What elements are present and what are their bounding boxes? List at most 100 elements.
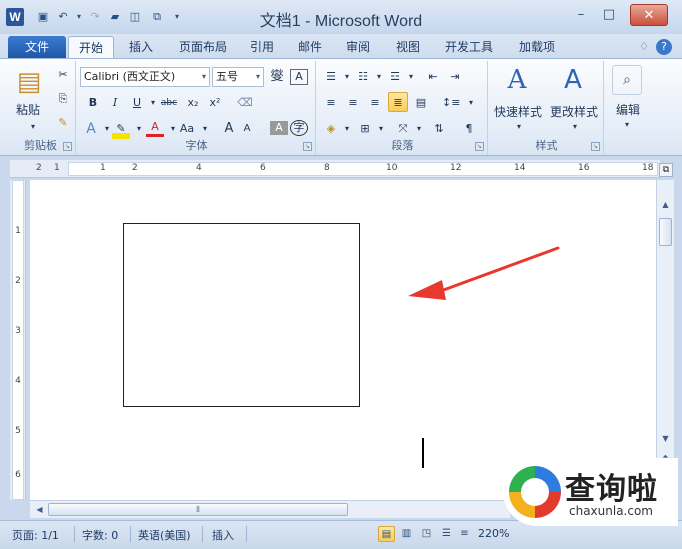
sort-icon[interactable]: ⇅ (430, 119, 448, 139)
show-marks-icon[interactable]: ¶ (460, 119, 478, 139)
maximize-button[interactable]: □ (596, 4, 622, 26)
ruler-tick: 3 (15, 326, 21, 336)
shading-dropdown-icon[interactable]: ▾ (338, 119, 356, 139)
vertical-scrollbar[interactable]: ▲ ▼ ⏶ ● (656, 180, 674, 500)
font-size-dropdown[interactable]: 五号 ▾ (212, 67, 264, 87)
change-case-dropdown-icon[interactable]: ▾ (196, 119, 214, 139)
line-spacing-icon[interactable]: ↕≡ (442, 93, 460, 113)
ruler-tick: 18 (642, 163, 654, 173)
distributed-icon[interactable]: ▤ (412, 93, 430, 113)
pinyin-guide-icon[interactable]: 燮 (268, 67, 286, 87)
ruler-text-area (68, 162, 658, 176)
word-count-status[interactable]: 字数: 0 (82, 527, 118, 543)
help-icon[interactable]: ? (656, 39, 672, 55)
tab-home[interactable]: 开始 (68, 36, 114, 58)
chinese-layout-dropdown-icon[interactable]: ▾ (410, 119, 428, 139)
status-divider (246, 526, 247, 542)
paste-icon[interactable]: ▤ (14, 65, 44, 99)
horizontal-ruler[interactable]: 2 1 1 2 4 6 8 10 12 14 16 18 (10, 160, 660, 178)
horizontal-scroll-thumb[interactable]: ⦀ (48, 503, 348, 516)
zoom-level[interactable]: 220% (478, 527, 509, 540)
tab-addins[interactable]: 加载项 (510, 36, 564, 58)
ribbon-collapse-icon[interactable]: ♢ (636, 39, 652, 55)
tab-insert[interactable]: 插入 (120, 36, 162, 58)
red-arrow-annotation (408, 246, 560, 300)
web-layout-icon[interactable]: ◳ (418, 526, 435, 542)
tab-review[interactable]: 审阅 (338, 36, 378, 58)
watermark-brand-text: 查询啦 (565, 472, 658, 507)
font-name-dropdown[interactable]: Calibri (西文正文) ▾ (80, 67, 210, 87)
grow-font-button[interactable]: A (220, 119, 238, 139)
strikethrough-button[interactable]: abc (160, 93, 178, 113)
change-styles-icon[interactable]: A (558, 65, 588, 95)
tab-references[interactable]: 引用 (242, 36, 282, 58)
paste-button-label[interactable]: 粘贴 (10, 101, 46, 118)
print-layout-view-icon[interactable]: ▤ (378, 526, 395, 542)
text-cursor (422, 438, 424, 468)
language-status[interactable]: 英语(美国) (138, 527, 191, 543)
tab-developer[interactable]: 开发工具 (436, 36, 502, 58)
minimize-button[interactable]: – (568, 4, 594, 26)
increase-indent-icon[interactable]: ⇥ (446, 67, 464, 87)
change-case-button[interactable]: Aa (178, 119, 196, 139)
justify-icon[interactable]: ≣ (388, 92, 408, 112)
status-divider (130, 526, 131, 542)
scroll-up-icon[interactable]: ▲ (658, 198, 673, 212)
paragraph-group: ☰ ▾ ☷ ▾ ☲ ▾ ⇤ ⇥ ≡ ≡ ≡ ≣ ▤ ↕≡ ▾ ◈ ▾ ⊞ ▾ ⤧… (318, 61, 488, 155)
outline-view-icon[interactable]: ☰ (438, 526, 455, 542)
borders-dropdown-icon[interactable]: ▾ (372, 119, 390, 139)
align-left-icon[interactable]: ≡ (322, 93, 340, 113)
draft-view-icon[interactable]: ≡ (456, 526, 473, 542)
binoculars-icon[interactable]: ⌕ (612, 65, 642, 95)
font-color-button[interactable]: A (146, 119, 164, 137)
view-ruler-icon[interactable]: ⧉ (659, 163, 673, 177)
close-button[interactable]: ✕ (630, 4, 668, 26)
full-screen-reading-icon[interactable]: ▥ (398, 526, 415, 542)
horizontal-scrollbar[interactable]: ◀ ⦀ (30, 500, 510, 518)
styles-launcher-icon[interactable]: ↘ (591, 142, 600, 151)
highlight-icon[interactable]: ✎ (112, 119, 130, 139)
char-shading-icon[interactable]: A (270, 121, 288, 135)
clear-formatting-icon[interactable]: ⌫ (236, 93, 254, 113)
rectangle-shape[interactable] (123, 223, 360, 407)
clipboard-launcher-icon[interactable]: ↘ (63, 142, 72, 151)
change-styles-dropdown-icon[interactable]: ▾ (566, 117, 584, 137)
tab-mailings[interactable]: 邮件 (290, 36, 330, 58)
scroll-down-icon[interactable]: ▼ (658, 432, 673, 446)
decrease-indent-icon[interactable]: ⇤ (424, 67, 442, 87)
align-right-icon[interactable]: ≡ (366, 93, 384, 113)
watermark-logo-icon (509, 466, 561, 518)
subscript-button[interactable]: x₂ (184, 93, 202, 113)
char-border-icon[interactable]: A (290, 69, 308, 85)
bold-button[interactable]: B (84, 93, 102, 113)
insert-mode-status[interactable]: 插入 (212, 527, 234, 543)
status-divider (202, 526, 203, 542)
page-count-status[interactable]: 页面: 1/1 (12, 527, 59, 543)
paragraph-launcher-icon[interactable]: ↘ (475, 142, 484, 151)
scroll-left-icon[interactable]: ◀ (32, 503, 47, 517)
line-spacing-dropdown-icon[interactable]: ▾ (462, 93, 480, 113)
format-painter-icon[interactable]: ✎ (54, 113, 72, 133)
document-page[interactable] (30, 180, 656, 500)
copy-icon[interactable]: ⎘ (54, 89, 72, 109)
multilevel-dropdown-icon[interactable]: ▾ (402, 67, 420, 87)
font-size-value: 五号 (216, 70, 238, 83)
font-launcher-icon[interactable]: ↘ (303, 142, 312, 151)
enclose-char-icon[interactable]: 字 (290, 120, 308, 136)
ruler-tick: 8 (324, 163, 330, 173)
vertical-ruler[interactable]: 1 2 3 4 5 6 (10, 180, 26, 500)
shrink-font-button[interactable]: A (238, 119, 256, 139)
superscript-button[interactable]: x² (206, 93, 224, 113)
italic-button[interactable]: I (106, 93, 124, 113)
vertical-scroll-thumb[interactable] (659, 218, 672, 246)
editing-dropdown-icon[interactable]: ▾ (618, 115, 636, 135)
tab-page-layout[interactable]: 页面布局 (170, 36, 236, 58)
quick-styles-dropdown-icon[interactable]: ▾ (510, 117, 528, 137)
tab-file[interactable]: 文件 (8, 36, 66, 58)
cut-icon[interactable]: ✂ (54, 65, 72, 85)
quick-styles-icon[interactable]: A (502, 65, 532, 95)
tab-view[interactable]: 视图 (388, 36, 428, 58)
paste-dropdown-icon[interactable]: ▾ (24, 117, 42, 137)
align-center-icon[interactable]: ≡ (344, 93, 362, 113)
title-bar: W ▣ ↶ ▾ ↷ ▰ ◫ ⧉ ▾ 文档1 - Microsoft Word –… (0, 0, 682, 34)
